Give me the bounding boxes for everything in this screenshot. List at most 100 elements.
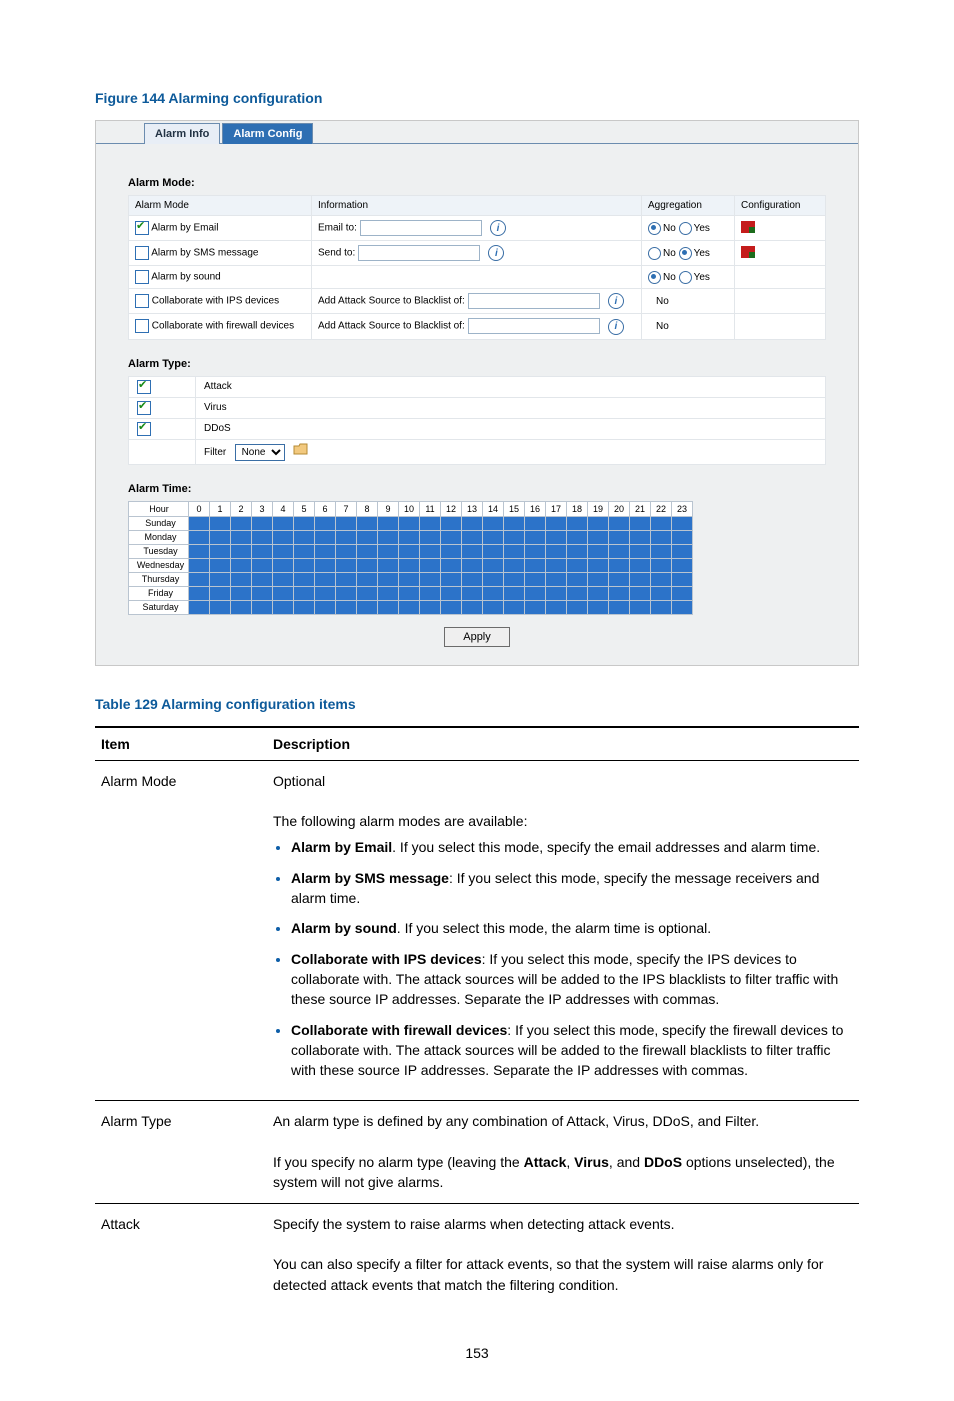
slot-tuesday-15[interactable] <box>504 544 525 558</box>
slot-saturday-2[interactable] <box>231 600 252 614</box>
slot-monday-8[interactable] <box>357 530 378 544</box>
slot-monday-0[interactable] <box>189 530 210 544</box>
slot-saturday-22[interactable] <box>651 600 672 614</box>
info-icon[interactable]: i <box>608 293 624 309</box>
slot-saturday-18[interactable] <box>567 600 588 614</box>
check-alarm-email[interactable] <box>135 221 149 235</box>
tab-alarm-info[interactable]: Alarm Info <box>144 123 220 144</box>
slot-thursday-7[interactable] <box>336 572 357 586</box>
slot-sunday-19[interactable] <box>588 516 609 530</box>
slot-friday-4[interactable] <box>273 586 294 600</box>
select-filter[interactable]: None <box>235 444 285 461</box>
slot-sunday-1[interactable] <box>210 516 231 530</box>
apply-button[interactable]: Apply <box>444 627 510 647</box>
slot-thursday-13[interactable] <box>462 572 483 586</box>
slot-wednesday-13[interactable] <box>462 558 483 572</box>
slot-thursday-12[interactable] <box>441 572 462 586</box>
slot-saturday-13[interactable] <box>462 600 483 614</box>
slot-sunday-12[interactable] <box>441 516 462 530</box>
input-fw-blacklist[interactable] <box>468 318 600 334</box>
slot-sunday-4[interactable] <box>273 516 294 530</box>
radio-sound-no[interactable] <box>648 271 661 284</box>
slot-wednesday-19[interactable] <box>588 558 609 572</box>
slot-sunday-6[interactable] <box>315 516 336 530</box>
slot-monday-15[interactable] <box>504 530 525 544</box>
slot-tuesday-13[interactable] <box>462 544 483 558</box>
slot-wednesday-20[interactable] <box>609 558 630 572</box>
slot-friday-8[interactable] <box>357 586 378 600</box>
slot-monday-3[interactable] <box>252 530 273 544</box>
slot-saturday-16[interactable] <box>525 600 546 614</box>
slot-tuesday-10[interactable] <box>399 544 420 558</box>
slot-wednesday-16[interactable] <box>525 558 546 572</box>
slot-wednesday-15[interactable] <box>504 558 525 572</box>
slot-tuesday-3[interactable] <box>252 544 273 558</box>
slot-wednesday-4[interactable] <box>273 558 294 572</box>
slot-friday-18[interactable] <box>567 586 588 600</box>
slot-wednesday-6[interactable] <box>315 558 336 572</box>
alarm-time-grid[interactable]: Hour012345678910111213141516171819202122… <box>128 501 693 615</box>
slot-thursday-5[interactable] <box>294 572 315 586</box>
slot-sunday-23[interactable] <box>672 516 693 530</box>
slot-wednesday-12[interactable] <box>441 558 462 572</box>
slot-friday-10[interactable] <box>399 586 420 600</box>
slot-tuesday-0[interactable] <box>189 544 210 558</box>
slot-monday-2[interactable] <box>231 530 252 544</box>
slot-friday-11[interactable] <box>420 586 441 600</box>
radio-email-no[interactable] <box>648 222 661 235</box>
slot-wednesday-5[interactable] <box>294 558 315 572</box>
slot-friday-19[interactable] <box>588 586 609 600</box>
slot-sunday-22[interactable] <box>651 516 672 530</box>
slot-thursday-19[interactable] <box>588 572 609 586</box>
input-ips-blacklist[interactable] <box>468 293 600 309</box>
slot-wednesday-21[interactable] <box>630 558 651 572</box>
slot-wednesday-14[interactable] <box>483 558 504 572</box>
slot-wednesday-1[interactable] <box>210 558 231 572</box>
slot-monday-5[interactable] <box>294 530 315 544</box>
slot-thursday-8[interactable] <box>357 572 378 586</box>
check-alarm-sound[interactable] <box>135 270 149 284</box>
slot-friday-12[interactable] <box>441 586 462 600</box>
check-type-virus[interactable] <box>137 401 151 415</box>
slot-tuesday-7[interactable] <box>336 544 357 558</box>
slot-tuesday-4[interactable] <box>273 544 294 558</box>
slot-sunday-18[interactable] <box>567 516 588 530</box>
slot-wednesday-0[interactable] <box>189 558 210 572</box>
slot-tuesday-21[interactable] <box>630 544 651 558</box>
slot-tuesday-8[interactable] <box>357 544 378 558</box>
slot-wednesday-8[interactable] <box>357 558 378 572</box>
slot-friday-9[interactable] <box>378 586 399 600</box>
slot-sunday-9[interactable] <box>378 516 399 530</box>
slot-tuesday-11[interactable] <box>420 544 441 558</box>
slot-monday-16[interactable] <box>525 530 546 544</box>
slot-friday-0[interactable] <box>189 586 210 600</box>
slot-thursday-20[interactable] <box>609 572 630 586</box>
check-collab-fw[interactable] <box>135 319 149 333</box>
slot-tuesday-14[interactable] <box>483 544 504 558</box>
slot-friday-2[interactable] <box>231 586 252 600</box>
slot-monday-19[interactable] <box>588 530 609 544</box>
slot-tuesday-9[interactable] <box>378 544 399 558</box>
slot-monday-21[interactable] <box>630 530 651 544</box>
slot-thursday-9[interactable] <box>378 572 399 586</box>
slot-monday-4[interactable] <box>273 530 294 544</box>
slot-sunday-7[interactable] <box>336 516 357 530</box>
slot-monday-9[interactable] <box>378 530 399 544</box>
slot-saturday-20[interactable] <box>609 600 630 614</box>
slot-friday-15[interactable] <box>504 586 525 600</box>
slot-wednesday-11[interactable] <box>420 558 441 572</box>
slot-sunday-3[interactable] <box>252 516 273 530</box>
slot-monday-13[interactable] <box>462 530 483 544</box>
slot-tuesday-1[interactable] <box>210 544 231 558</box>
slot-monday-18[interactable] <box>567 530 588 544</box>
slot-saturday-14[interactable] <box>483 600 504 614</box>
info-icon[interactable]: i <box>608 319 624 335</box>
radio-email-yes[interactable] <box>679 222 692 235</box>
slot-friday-16[interactable] <box>525 586 546 600</box>
slot-friday-3[interactable] <box>252 586 273 600</box>
slot-sunday-14[interactable] <box>483 516 504 530</box>
slot-tuesday-23[interactable] <box>672 544 693 558</box>
slot-monday-17[interactable] <box>546 530 567 544</box>
radio-sms-no[interactable] <box>648 247 661 260</box>
slot-tuesday-5[interactable] <box>294 544 315 558</box>
